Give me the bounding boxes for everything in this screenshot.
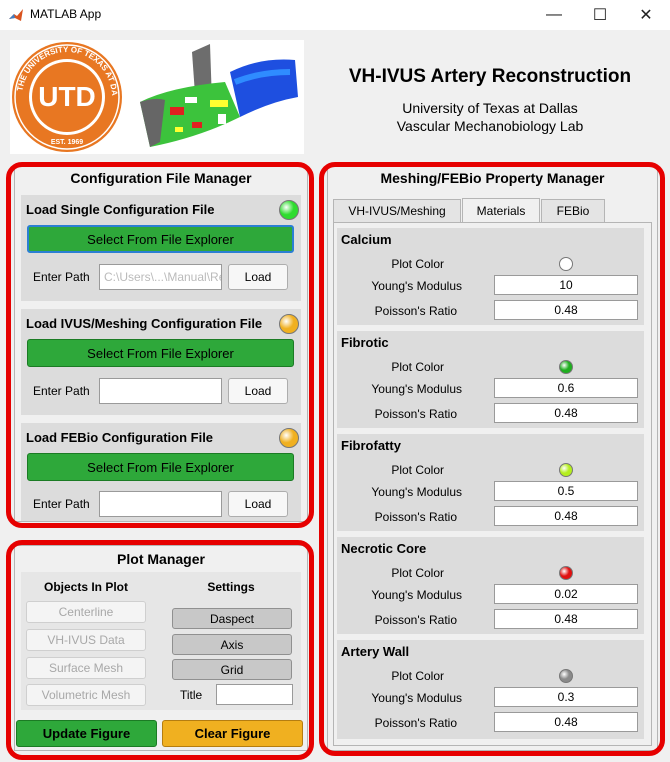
- update-figure-button[interactable]: Update Figure: [16, 720, 157, 747]
- febio-config-load-button[interactable]: Load: [228, 491, 288, 517]
- febio-config-path-label: Enter Path: [33, 497, 90, 511]
- youngs-modulus-label: Young's Modulus: [371, 588, 462, 602]
- calcium-color-lamp: [559, 257, 573, 271]
- febio-config-select-button[interactable]: Select From File Explorer: [27, 453, 294, 481]
- tab-febio[interactable]: FEBio: [541, 199, 605, 222]
- youngs-modulus-label: Young's Modulus: [371, 485, 462, 499]
- fibrotic-poissons-ratio-field[interactable]: 0.48: [494, 403, 638, 423]
- plot-color-label: Plot Color: [391, 257, 444, 271]
- university-name: University of Texas at Dallas: [402, 100, 578, 116]
- material-name: Calcium: [341, 232, 392, 247]
- toggle-volumetric-mesh-button[interactable]: Volumetric Mesh: [26, 684, 146, 706]
- poissons-ratio-label: Poisson's Ratio: [374, 407, 457, 421]
- plot-color-label: Plot Color: [391, 669, 444, 683]
- settings-header: Settings: [207, 580, 255, 594]
- fibrofatty-poissons-ratio-field[interactable]: 0.48: [494, 506, 638, 526]
- fibrofatty-youngs-modulus-field[interactable]: 0.5: [494, 481, 638, 501]
- grid-toggle-button[interactable]: Grid: [172, 659, 292, 680]
- app-title: VH-IVUS Artery Reconstruction: [348, 66, 632, 87]
- necrotic-core-color-lamp: [559, 566, 573, 580]
- ivus-config-select-button[interactable]: Select From File Explorer: [27, 339, 294, 367]
- plot-manager-title: Plot Manager: [117, 551, 205, 567]
- plot-color-label: Plot Color: [391, 566, 444, 580]
- clear-figure-button[interactable]: Clear Figure: [162, 720, 303, 747]
- seal-year: EST. 1969: [51, 139, 83, 146]
- poissons-ratio-label: Poisson's Ratio: [374, 510, 457, 524]
- utd-seal-logo: THE UNIVERSITY OF TEXAS AT DALLAS UTD ES…: [7, 33, 124, 154]
- febio-config-title: Load FEBio Configuration File: [26, 430, 214, 445]
- fibrotic-youngs-modulus-field[interactable]: 0.6: [494, 378, 638, 398]
- ivus-config-path-label: Enter Path: [33, 384, 90, 398]
- youngs-modulus-label: Young's Modulus: [371, 279, 462, 293]
- single-config-path-input[interactable]: C:\Users\...\Manual\Re: [99, 264, 222, 290]
- window-title: MATLAB App: [30, 7, 102, 21]
- plot-title-input[interactable]: [216, 684, 293, 705]
- single-config-select-button[interactable]: Select From File Explorer: [27, 225, 294, 253]
- plot-title-label: Title: [180, 688, 203, 702]
- poissons-ratio-label: Poisson's Ratio: [374, 613, 457, 627]
- close-button[interactable]: ✕: [623, 0, 669, 30]
- tab-materials[interactable]: Materials: [462, 198, 540, 223]
- youngs-modulus-label: Young's Modulus: [371, 691, 462, 705]
- material-name: Necrotic Core: [341, 541, 427, 556]
- ivus-config-title: Load IVUS/Meshing Configuration File: [26, 316, 263, 331]
- single-config-status-lamp: [279, 200, 299, 220]
- property-manager-title: Meshing/FEBio Property Manager: [380, 170, 605, 186]
- tab-vh-ivus-meshing[interactable]: VH-IVUS/Meshing: [333, 199, 461, 222]
- artery-wall-color-lamp: [559, 669, 573, 683]
- necrotic-core-poissons-ratio-field[interactable]: 0.48: [494, 609, 638, 629]
- ivus-config-path-input[interactable]: [99, 378, 222, 404]
- artery-wall-youngs-modulus-field[interactable]: 0.3: [494, 687, 638, 707]
- material-name: Fibrofatty: [341, 438, 401, 453]
- single-config-path-label: Enter Path: [33, 270, 90, 284]
- minimize-button[interactable]: —: [531, 0, 577, 30]
- febio-config-status-lamp: [279, 428, 299, 448]
- material-name: Artery Wall: [341, 644, 410, 659]
- necrotic-core-youngs-modulus-field[interactable]: 0.02: [494, 584, 638, 604]
- poissons-ratio-label: Poisson's Ratio: [374, 304, 457, 318]
- daspect-toggle-button[interactable]: Daspect: [172, 608, 292, 629]
- single-config-title: Load Single Configuration File: [26, 202, 215, 217]
- toggle-centerline-button[interactable]: Centerline: [26, 601, 146, 623]
- matlab-icon: [8, 7, 24, 23]
- poissons-ratio-label: Poisson's Ratio: [374, 716, 457, 730]
- objects-in-plot-header: Objects In Plot: [43, 580, 128, 594]
- artery-render-image: [130, 42, 302, 152]
- ivus-config-load-button[interactable]: Load: [228, 378, 288, 404]
- single-config-load-button[interactable]: Load: [228, 264, 288, 290]
- youngs-modulus-label: Young's Modulus: [371, 382, 462, 396]
- calcium-youngs-modulus-field[interactable]: 10: [494, 275, 638, 295]
- lab-name: Vascular Mechanobiology Lab: [396, 118, 584, 134]
- configuration-panel-title: Configuration File Manager: [70, 170, 252, 186]
- material-name: Fibrotic: [341, 335, 389, 350]
- plot-color-label: Plot Color: [391, 463, 444, 477]
- maximize-button[interactable]: ☐: [577, 0, 623, 30]
- toggle-surface-mesh-button[interactable]: Surface Mesh: [26, 657, 146, 679]
- artery-wall-poissons-ratio-field[interactable]: 0.48: [494, 712, 638, 732]
- calcium-poissons-ratio-field[interactable]: 0.48: [494, 300, 638, 320]
- plot-color-label: Plot Color: [391, 360, 444, 374]
- toggle-vh-ivus-data-button[interactable]: VH-IVUS Data: [26, 629, 146, 651]
- ivus-config-status-lamp: [279, 314, 299, 334]
- axis-toggle-button[interactable]: Axis: [172, 634, 292, 655]
- fibrofatty-color-lamp: [559, 463, 573, 477]
- seal-monogram: UTD: [38, 81, 96, 112]
- fibrotic-color-lamp: [559, 360, 573, 374]
- febio-config-path-input[interactable]: [99, 491, 222, 517]
